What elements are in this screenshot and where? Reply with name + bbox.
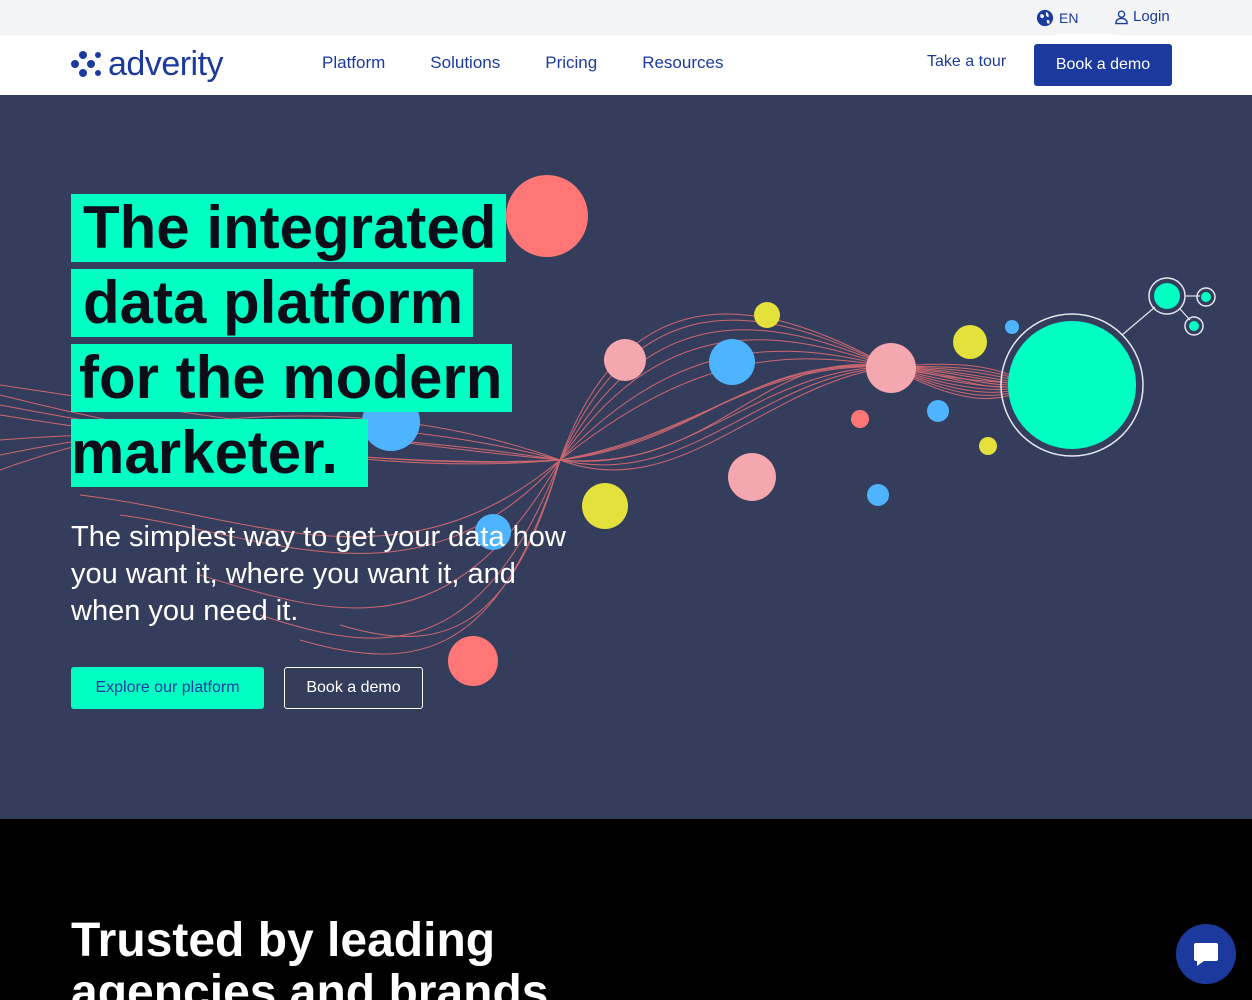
login-link[interactable]: Login [1114, 8, 1170, 25]
utility-bar: EN Login [0, 0, 1252, 36]
trusted-title: Trusted by leading agencies and brands [71, 914, 549, 1000]
language-label: EN [1059, 10, 1079, 26]
nav-platform[interactable]: Platform [322, 53, 385, 73]
hero-section: The integrated data platform for the mod… [0, 95, 1252, 819]
main-nav: Platform Solutions Pricing Resources [322, 53, 723, 73]
headline-line-2: data platform [71, 269, 474, 337]
hero-headline: The integrated data platform for the mod… [71, 194, 513, 494]
language-selector[interactable]: EN [1036, 9, 1078, 27]
chat-bubble-icon [1194, 943, 1218, 966]
nav-solutions[interactable]: Solutions [430, 53, 500, 73]
hero-book-demo-button[interactable]: Book a demo [284, 667, 423, 709]
login-label: Login [1133, 8, 1170, 25]
logo[interactable]: adverity [70, 45, 224, 83]
chat-widget-button[interactable] [1176, 924, 1236, 984]
adverity-logo-icon [71, 51, 101, 77]
hero-subtitle: The simplest way to get your data how yo… [71, 521, 566, 627]
nav-pricing[interactable]: Pricing [545, 53, 597, 73]
header-book-demo-button[interactable]: Book a demo [1034, 44, 1172, 86]
main-header: adverity Platform Solutions Pricing Reso… [0, 35, 1252, 95]
explore-platform-button[interactable]: Explore our platform [71, 667, 264, 709]
logo-text: adverity [108, 45, 224, 83]
headline-line-1: The integrated [71, 194, 507, 262]
trusted-section: Trusted by leading agencies and brands [0, 819, 1252, 1000]
user-icon [1115, 9, 1128, 24]
take-a-tour-link[interactable]: Take a tour [927, 53, 1006, 71]
headline-line-3: for the modern [71, 344, 513, 412]
nav-resources[interactable]: Resources [642, 53, 723, 73]
headline-line-4: marketer. [71, 419, 368, 487]
globe-icon [1036, 9, 1054, 27]
